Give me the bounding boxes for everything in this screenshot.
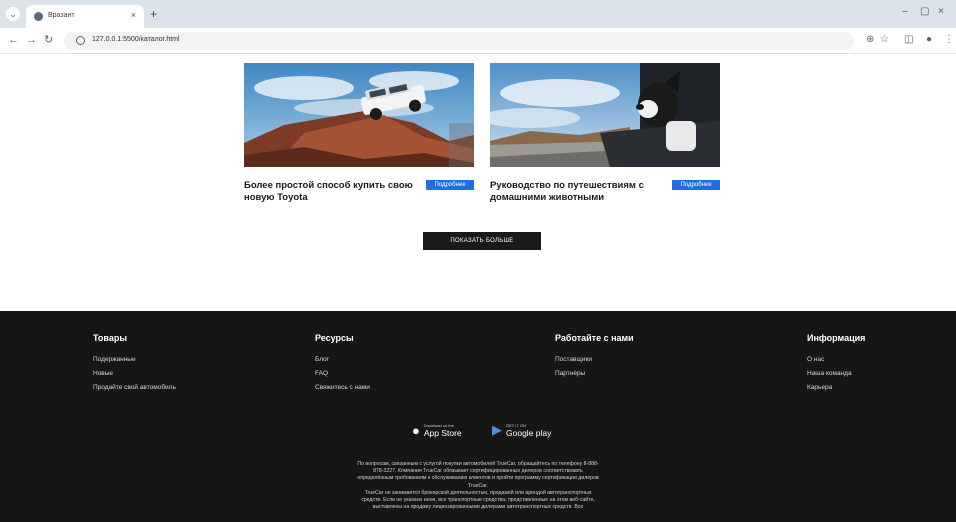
minimize-icon[interactable]: – — [902, 6, 908, 17]
site-info-icon[interactable] — [76, 36, 85, 45]
article-image-suv-on-rock — [244, 63, 474, 167]
footer-link[interactable]: Блог — [315, 353, 370, 367]
footer-link[interactable]: Партнёры — [555, 367, 634, 381]
google-play-badge[interactable]: ▶ GET IT ON Google play — [492, 419, 551, 441]
browser-tab-bar: ⌄ Вразант × + – ▢ × — [0, 0, 956, 28]
footer-column-title: Товары — [93, 333, 128, 343]
new-tab-button[interactable]: + — [150, 8, 157, 20]
tab-close-icon[interactable]: × — [131, 10, 136, 20]
legal-line: TrueCar не занимается брокерской деятель… — [364, 489, 592, 496]
footer-link[interactable]: Свяжитесь с нами — [315, 381, 370, 395]
tab-search-icon[interactable]: ⌄ — [6, 7, 20, 21]
favicon-icon — [34, 12, 43, 21]
article-title[interactable]: Руководство по путешествиям с домашними … — [490, 180, 660, 204]
google-play-label: Google play — [506, 427, 552, 438]
footer-column-info: Информация О нас Наша команда Карьера — [807, 333, 865, 395]
footer-link[interactable]: Подержанные — [93, 353, 176, 367]
footer-column-title: Информация — [807, 333, 866, 343]
footer-column-title: Работайте с нами — [555, 333, 634, 343]
tab-title: Вразант — [48, 12, 75, 19]
legal-line: По вопросам, связанным с услугой покупки… — [357, 461, 599, 467]
forward-arrow-icon[interactable]: → — [26, 34, 37, 46]
browser-toolbar: ← → ↻ 127.0.0.1:5500/каталог.html ⊕ ☆ ◫ … — [0, 28, 956, 54]
apple-icon: ● — [412, 422, 420, 438]
footer-column-resources: Ресурсы Блог FAQ Свяжитесь с нами — [315, 333, 370, 395]
article-image-dog-in-car — [490, 63, 720, 167]
address-bar[interactable]: 127.0.0.1:5500/каталог.html — [64, 32, 854, 50]
extensions-icon[interactable]: ◫ — [904, 34, 913, 45]
article-card-pets: Руководство по путешествиям с домашними … — [490, 63, 720, 203]
legal-disclaimer: По вопросам, связанным с услугой покупки… — [310, 461, 646, 511]
footer-link[interactable]: О нас — [807, 353, 865, 367]
app-store-badge[interactable]: ● Download on the App Store — [412, 419, 462, 441]
reload-icon[interactable]: ↻ — [44, 34, 53, 46]
legal-line: определённым требованиям к обслуживанию … — [357, 475, 599, 482]
footer-column-work-with-us: Работайте с нами Поставщики Партнёры — [555, 333, 634, 381]
window-close-icon[interactable]: × — [938, 6, 944, 17]
menu-dots-icon[interactable]: ⋮ — [944, 34, 954, 45]
zoom-icon[interactable]: ⊕ — [866, 34, 874, 45]
article-title[interactable]: Более простой способ купить свою новую T… — [244, 180, 414, 204]
footer-link[interactable]: Карьера — [807, 381, 865, 395]
url-text: 127.0.0.1:5500/каталог.html — [92, 36, 180, 43]
browser-tab[interactable]: Вразант × — [26, 5, 144, 28]
read-more-button[interactable]: Подробнее — [426, 180, 474, 190]
footer-column-title: Ресурсы — [315, 333, 354, 343]
maximize-icon[interactable]: ▢ — [920, 6, 929, 17]
bookmark-star-icon[interactable]: ☆ — [880, 34, 889, 45]
footer-link[interactable]: Поставщики — [555, 353, 634, 367]
back-arrow-icon[interactable]: ← — [8, 34, 19, 46]
site-footer: Товары Подержанные Новые Продайте свой а… — [0, 311, 956, 522]
footer-link[interactable]: Новые — [93, 367, 176, 381]
read-more-button[interactable]: Подробнее — [672, 180, 720, 190]
legal-line: выставлены на продажу лицензированными д… — [372, 504, 584, 511]
footer-link[interactable]: Продайте свой автомобиль — [93, 381, 176, 395]
article-card-toyota: Более простой способ купить свою новую T… — [244, 63, 474, 203]
legal-line: средств. Если не указано иное, все транс… — [361, 497, 595, 504]
profile-avatar-icon[interactable]: ● — [926, 34, 932, 45]
legal-line: TrueCar. — [468, 482, 488, 489]
footer-link[interactable]: Наша команда — [807, 367, 865, 381]
app-store-label: App Store — [423, 427, 462, 438]
footer-link[interactable]: FAQ — [315, 367, 370, 381]
show-more-button[interactable]: ПОКАЗАТЬ БОЛЬШЕ — [423, 232, 541, 250]
footer-column-products: Товары Подержанные Новые Продайте свой а… — [93, 333, 176, 395]
google-play-icon: ▶ — [492, 422, 502, 437]
